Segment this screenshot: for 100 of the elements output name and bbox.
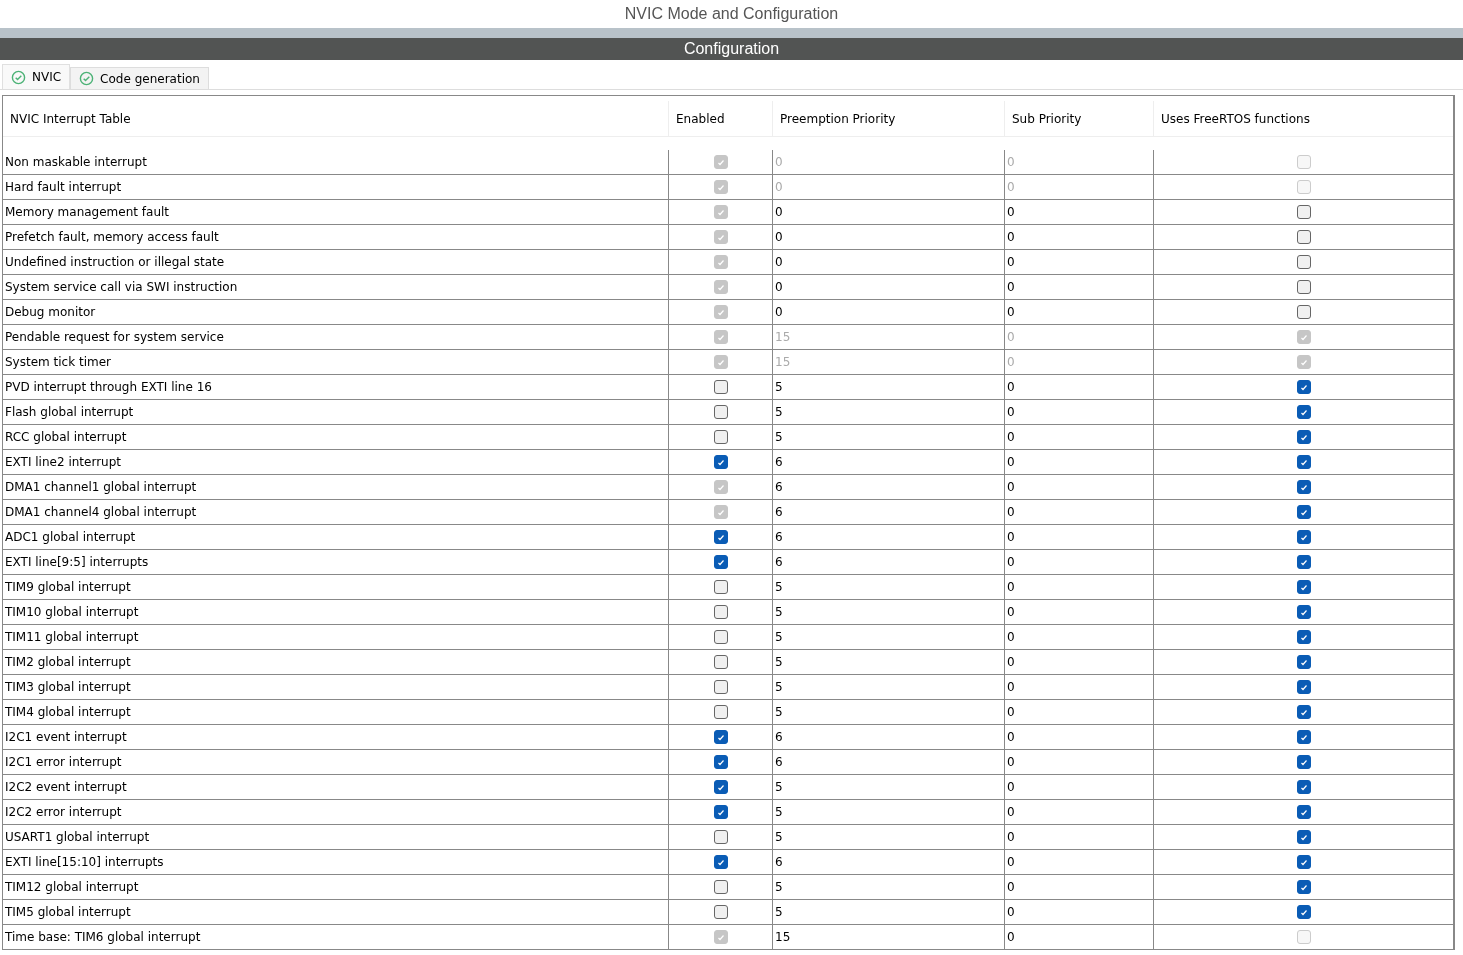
sub-priority[interactable]: 0: [1004, 425, 1153, 449]
checkbox[interactable]: [1296, 780, 1311, 794]
checkbox[interactable]: [713, 630, 728, 644]
checkbox[interactable]: [1296, 305, 1311, 319]
sub-priority[interactable]: 0: [1004, 450, 1153, 474]
checkbox[interactable]: [713, 730, 728, 744]
preemption-priority[interactable]: 0: [772, 250, 1004, 274]
checkbox[interactable]: [713, 655, 728, 669]
tab[interactable]: Code generation: [70, 67, 209, 89]
preemption-priority[interactable]: 5: [772, 800, 1004, 824]
checkbox[interactable]: [1296, 605, 1311, 619]
preemption-priority[interactable]: 5: [772, 375, 1004, 399]
preemption-priority[interactable]: 0: [772, 300, 1004, 324]
sub-priority[interactable]: 0: [1004, 825, 1153, 849]
preemption-priority[interactable]: 6: [772, 750, 1004, 774]
checkbox[interactable]: [713, 405, 728, 419]
checkbox[interactable]: [1296, 380, 1311, 394]
checkbox[interactable]: [1296, 755, 1311, 769]
checkbox[interactable]: [1296, 255, 1311, 269]
checkbox[interactable]: [1296, 730, 1311, 744]
sub-priority[interactable]: 0: [1004, 250, 1153, 274]
checkbox[interactable]: [1296, 630, 1311, 644]
checkbox[interactable]: [1296, 680, 1311, 694]
sub-priority[interactable]: 0: [1004, 750, 1153, 774]
sub-priority[interactable]: 0: [1004, 200, 1153, 224]
preemption-priority[interactable]: 5: [772, 825, 1004, 849]
checkbox[interactable]: [1296, 280, 1311, 294]
sub-priority[interactable]: 0: [1004, 400, 1153, 424]
checkbox[interactable]: [1296, 505, 1311, 519]
sub-priority[interactable]: 0: [1004, 775, 1153, 799]
preemption-priority[interactable]: 6: [772, 475, 1004, 499]
checkbox[interactable]: [1296, 230, 1311, 244]
preemption-priority[interactable]: 5: [772, 425, 1004, 449]
checkbox[interactable]: [713, 855, 728, 869]
preemption-priority[interactable]: 5: [772, 575, 1004, 599]
checkbox[interactable]: [1296, 830, 1311, 844]
checkbox[interactable]: [713, 455, 728, 469]
preemption-priority[interactable]: 5: [772, 600, 1004, 624]
checkbox[interactable]: [713, 880, 728, 894]
preemption-priority[interactable]: 0: [772, 275, 1004, 299]
checkbox[interactable]: [713, 580, 728, 594]
preemption-priority[interactable]: 5: [772, 875, 1004, 899]
preemption-priority[interactable]: 6: [772, 850, 1004, 874]
sub-priority[interactable]: 0: [1004, 725, 1153, 749]
checkbox[interactable]: [1296, 655, 1311, 669]
checkbox[interactable]: [1296, 880, 1311, 894]
sub-priority[interactable]: 0: [1004, 575, 1153, 599]
checkbox[interactable]: [1296, 205, 1311, 219]
checkbox[interactable]: [713, 705, 728, 719]
tab[interactable]: NVIC: [2, 64, 71, 89]
checkbox[interactable]: [1296, 805, 1311, 819]
preemption-priority[interactable]: 6: [772, 525, 1004, 549]
preemption-priority[interactable]: 5: [772, 625, 1004, 649]
checkbox[interactable]: [1296, 480, 1311, 494]
sub-priority[interactable]: 0: [1004, 650, 1153, 674]
checkbox[interactable]: [1296, 405, 1311, 419]
checkbox[interactable]: [1296, 905, 1311, 919]
checkbox[interactable]: [713, 755, 728, 769]
sub-priority[interactable]: 0: [1004, 275, 1153, 299]
sub-priority[interactable]: 0: [1004, 600, 1153, 624]
preemption-priority[interactable]: 5: [772, 775, 1004, 799]
checkbox[interactable]: [1296, 455, 1311, 469]
checkbox[interactable]: [1296, 855, 1311, 869]
preemption-priority[interactable]: 5: [772, 675, 1004, 699]
sub-priority[interactable]: 0: [1004, 500, 1153, 524]
checkbox[interactable]: [1296, 430, 1311, 444]
sub-priority[interactable]: 0: [1004, 525, 1153, 549]
checkbox[interactable]: [1296, 580, 1311, 594]
sub-priority[interactable]: 0: [1004, 625, 1153, 649]
sub-priority[interactable]: 0: [1004, 300, 1153, 324]
checkbox[interactable]: [713, 780, 728, 794]
preemption-priority[interactable]: 6: [772, 725, 1004, 749]
preemption-priority[interactable]: 5: [772, 400, 1004, 424]
preemption-priority[interactable]: 5: [772, 900, 1004, 924]
preemption-priority[interactable]: 6: [772, 550, 1004, 574]
preemption-priority[interactable]: 0: [772, 225, 1004, 249]
checkbox[interactable]: [1296, 530, 1311, 544]
checkbox[interactable]: [713, 430, 728, 444]
sub-priority[interactable]: 0: [1004, 475, 1153, 499]
preemption-priority[interactable]: 15: [772, 925, 1004, 949]
checkbox[interactable]: [713, 830, 728, 844]
sub-priority[interactable]: 0: [1004, 550, 1153, 574]
sub-priority[interactable]: 0: [1004, 900, 1153, 924]
preemption-priority[interactable]: 6: [772, 450, 1004, 474]
checkbox[interactable]: [713, 680, 728, 694]
checkbox[interactable]: [1296, 705, 1311, 719]
checkbox[interactable]: [713, 380, 728, 394]
sub-priority[interactable]: 0: [1004, 850, 1153, 874]
checkbox[interactable]: [713, 530, 728, 544]
preemption-priority[interactable]: 5: [772, 650, 1004, 674]
preemption-priority[interactable]: 0: [772, 200, 1004, 224]
checkbox[interactable]: [713, 805, 728, 819]
checkbox[interactable]: [713, 605, 728, 619]
sub-priority[interactable]: 0: [1004, 875, 1153, 899]
preemption-priority[interactable]: 6: [772, 500, 1004, 524]
preemption-priority[interactable]: 5: [772, 700, 1004, 724]
checkbox[interactable]: [713, 905, 728, 919]
checkbox[interactable]: [713, 555, 728, 569]
sub-priority[interactable]: 0: [1004, 700, 1153, 724]
sub-priority[interactable]: 0: [1004, 225, 1153, 249]
